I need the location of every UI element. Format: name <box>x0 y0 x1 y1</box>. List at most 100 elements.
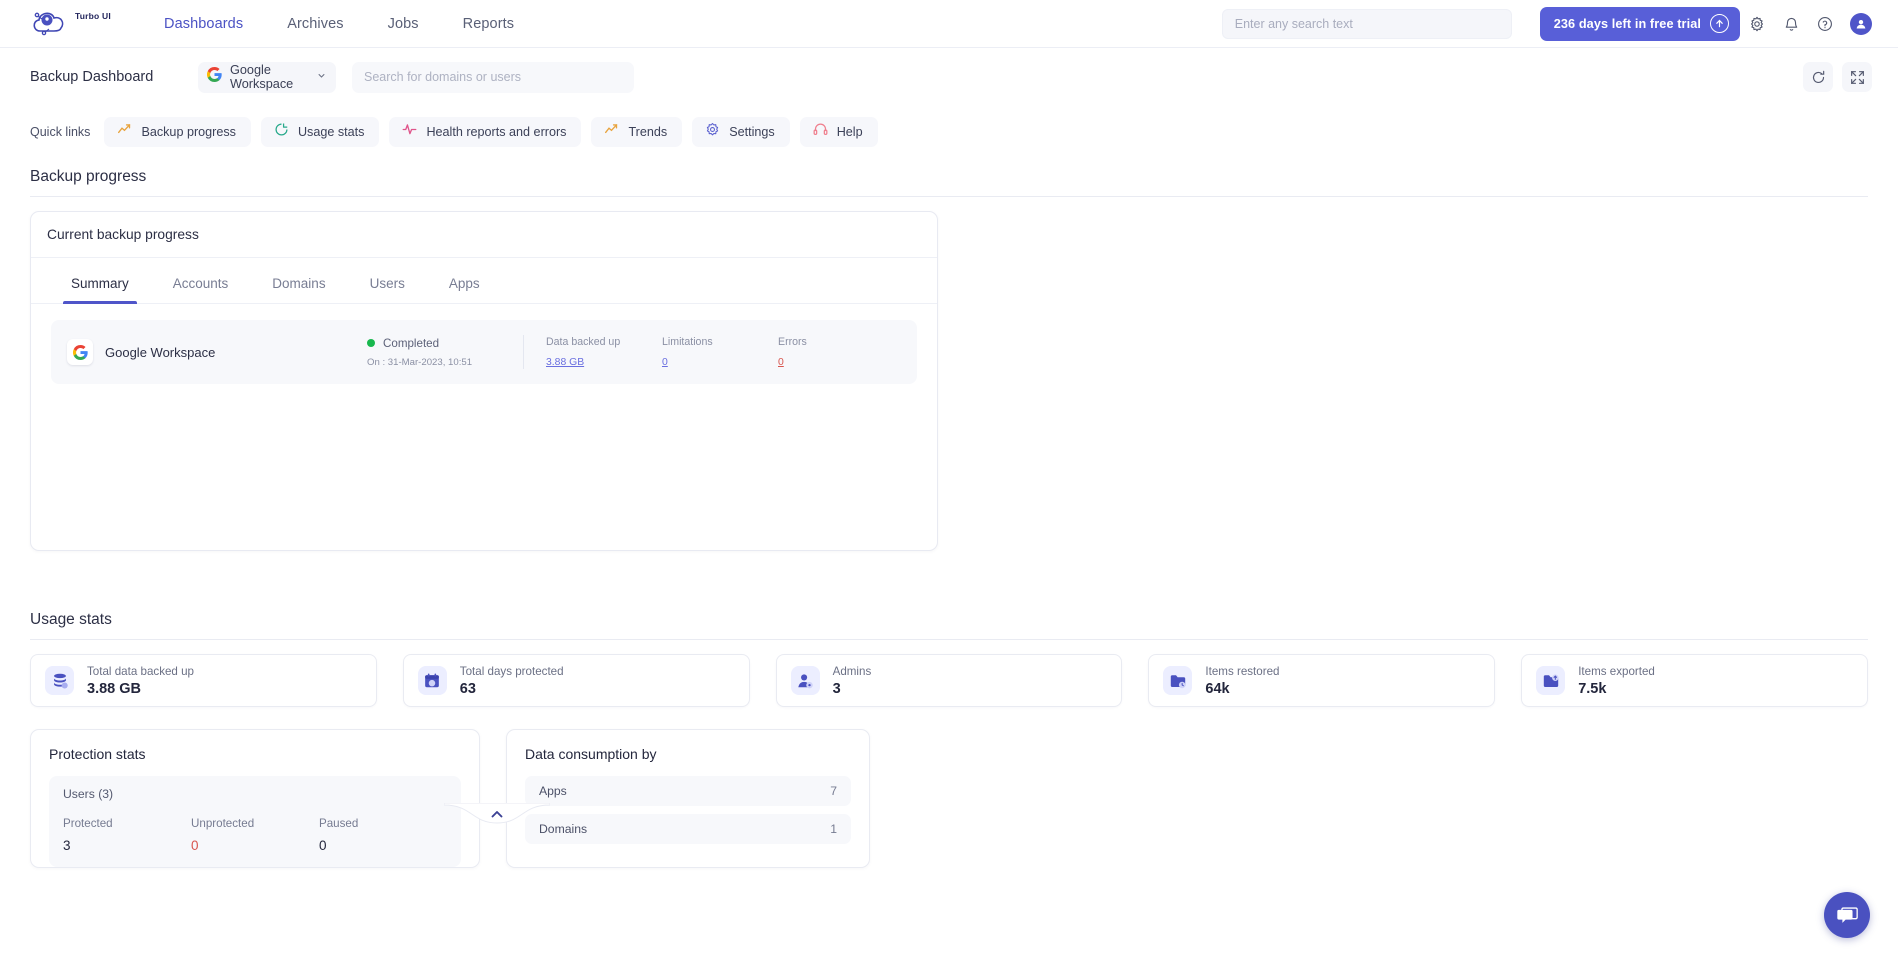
column-header: Unprotected <box>191 817 255 830</box>
nav-link-reports[interactable]: Reports <box>463 16 514 32</box>
protection-stats-card: Protection stats Users (3) Protected 3 U… <box>30 729 480 868</box>
database-icon <box>45 666 74 695</box>
column-value[interactable]: 0 <box>319 838 447 853</box>
help-circle-icon[interactable] <box>1808 7 1842 41</box>
usage-card-items-exported[interactable]: Items exported 7.5k <box>1521 654 1868 707</box>
status-text: Completed <box>383 336 440 350</box>
workspace-label: Google Workspace <box>230 63 294 91</box>
chat-bubble-icon <box>1837 907 1858 923</box>
brand-logo-area[interactable]: Turbo UI <box>30 7 138 41</box>
consumption-row-apps[interactable]: Apps 7 <box>525 776 851 806</box>
data-consumption-card: Data consumption by Apps 7 Domains 1 <box>506 729 870 868</box>
quick-link-label: Backup progress <box>141 125 236 139</box>
current-backup-progress-card: Current backup progress Summary Accounts… <box>30 211 938 551</box>
nav-link-jobs[interactable]: Jobs <box>388 16 419 32</box>
trending-up-icon <box>117 122 132 142</box>
usage-card-value: 64k <box>1205 680 1230 697</box>
free-trial-button[interactable]: 236 days left in free trial <box>1539 6 1740 41</box>
metric-label: Limitations <box>662 336 713 348</box>
quick-link-label: Settings <box>729 125 775 139</box>
turbo-ui-logo-icon <box>30 7 76 41</box>
usage-card-value: 3.88 GB <box>87 680 141 697</box>
brand-name: Turbo UI <box>75 10 111 21</box>
user-avatar[interactable] <box>1850 12 1872 35</box>
usage-stats-section: Usage stats Total data backed up 3.88 GB <box>0 551 1898 707</box>
usage-stats-section-title: Usage stats <box>30 611 112 628</box>
usage-card-value: 63 <box>459 680 476 697</box>
backup-progress-card-wrapper: Current backup progress Summary Accounts… <box>0 197 1898 824</box>
status-timestamp: On : 31-Mar-2023, 10:51 <box>367 356 473 368</box>
usage-card-label: Total data backed up <box>87 664 194 678</box>
protection-columns: Protected 3 Unprotected 0 Paused 0 <box>63 817 447 853</box>
quick-link-label: Health reports and errors <box>426 125 567 139</box>
nav-link-dashboards[interactable]: Dashboards <box>164 16 243 32</box>
global-search-input[interactable] <box>1234 16 1499 31</box>
upgrade-arrow-icon <box>1710 14 1729 33</box>
quick-link-help[interactable]: Help <box>799 117 878 147</box>
nav-right-actions: 236 days left in free trial <box>1221 6 1872 41</box>
metric-value-link[interactable]: 3.88 GB <box>546 357 662 368</box>
tab-users[interactable]: Users <box>348 258 427 303</box>
quick-link-settings[interactable]: Settings <box>692 117 790 147</box>
protection-column-unprotected: Unprotected 0 <box>191 817 319 853</box>
subheader-action-buttons <box>1803 62 1872 92</box>
tab-domains[interactable]: Domains <box>250 258 347 303</box>
quick-link-health-reports[interactable]: Health reports and errors <box>389 117 582 147</box>
nav-link-archives[interactable]: Archives <box>287 16 343 32</box>
chat-support-button[interactable] <box>1824 892 1870 938</box>
quick-link-label: Usage stats <box>297 125 365 139</box>
usage-card-value: 7.5k <box>1578 680 1607 697</box>
refresh-icon[interactable] <box>1803 62 1833 92</box>
workspace-selector[interactable]: Google Workspace <box>198 61 336 93</box>
usage-card-label: Items restored <box>1205 664 1280 678</box>
metric-value-link[interactable]: 0 <box>662 357 778 368</box>
backup-progress-row[interactable]: Google Workspace Completed On : 31-Mar-2… <box>51 320 917 384</box>
metric-data-backed-up: Data backed up 3.88 GB <box>546 336 662 368</box>
usage-card-label: Items exported <box>1578 664 1655 678</box>
consumption-count: 7 <box>830 784 837 798</box>
quick-link-backup-progress[interactable]: Backup progress <box>104 117 251 147</box>
column-value[interactable]: 3 <box>63 838 191 853</box>
protection-column-protected: Protected 3 <box>63 817 191 853</box>
column-value[interactable]: 0 <box>191 838 319 853</box>
primary-nav-links: Dashboards Archives Jobs Reports <box>164 16 514 32</box>
backup-progress-section-title: Backup progress <box>30 168 147 185</box>
quick-links-bar: Quick links Backup progress Usage stats … <box>0 106 1898 152</box>
metric-errors: Errors 0 <box>778 336 894 368</box>
collapse-card-chevron-up-icon[interactable] <box>443 802 551 829</box>
gear-icon <box>705 122 720 142</box>
card-title: Current backup progress <box>47 227 199 242</box>
metric-label: Data backed up <box>546 336 621 348</box>
notifications-bell-icon[interactable] <box>1774 7 1808 41</box>
column-header: Paused <box>319 817 359 830</box>
bottom-cards-row: Protection stats Users (3) Protected 3 U… <box>0 707 1898 868</box>
usage-card-total-data-backed-up[interactable]: Total data backed up 3.88 GB <box>30 654 377 707</box>
google-logo-icon <box>206 66 222 87</box>
google-logo-icon <box>67 339 93 365</box>
quick-link-usage-stats[interactable]: Usage stats <box>260 117 380 147</box>
quick-link-trends[interactable]: Trends <box>591 117 683 147</box>
usage-card-total-days-protected[interactable]: Total days protected 63 <box>402 654 750 707</box>
domain-search-input[interactable] <box>364 70 622 84</box>
tab-apps[interactable]: Apps <box>427 258 502 303</box>
consumption-row-domains[interactable]: Domains 1 <box>525 814 851 844</box>
tab-summary[interactable]: Summary <box>49 258 151 304</box>
backup-status-cell: Completed On : 31-Mar-2023, 10:51 <box>367 337 517 368</box>
folder-export-icon <box>1536 666 1566 695</box>
metric-value-link[interactable]: 0 <box>778 357 894 368</box>
global-search-box[interactable] <box>1221 8 1512 39</box>
protection-stats-title: Protection stats <box>49 746 146 762</box>
expand-fullscreen-icon[interactable] <box>1842 62 1872 92</box>
settings-gear-icon[interactable] <box>1740 7 1774 41</box>
pie-chart-icon <box>274 122 289 142</box>
headset-icon <box>813 122 828 142</box>
usage-card-label: Admins <box>832 664 872 678</box>
data-consumption-title: Data consumption by <box>525 746 657 762</box>
usage-stats-grid: Total data backed up 3.88 GB Total days … <box>30 640 1868 707</box>
usage-card-items-restored[interactable]: Items restored 64k <box>1148 654 1496 707</box>
tab-accounts[interactable]: Accounts <box>151 258 251 303</box>
domain-search-box[interactable] <box>352 61 634 93</box>
usage-card-admins[interactable]: Admins 3 <box>775 654 1123 707</box>
vertical-divider <box>523 335 524 369</box>
quick-link-label: Trends <box>628 125 668 139</box>
